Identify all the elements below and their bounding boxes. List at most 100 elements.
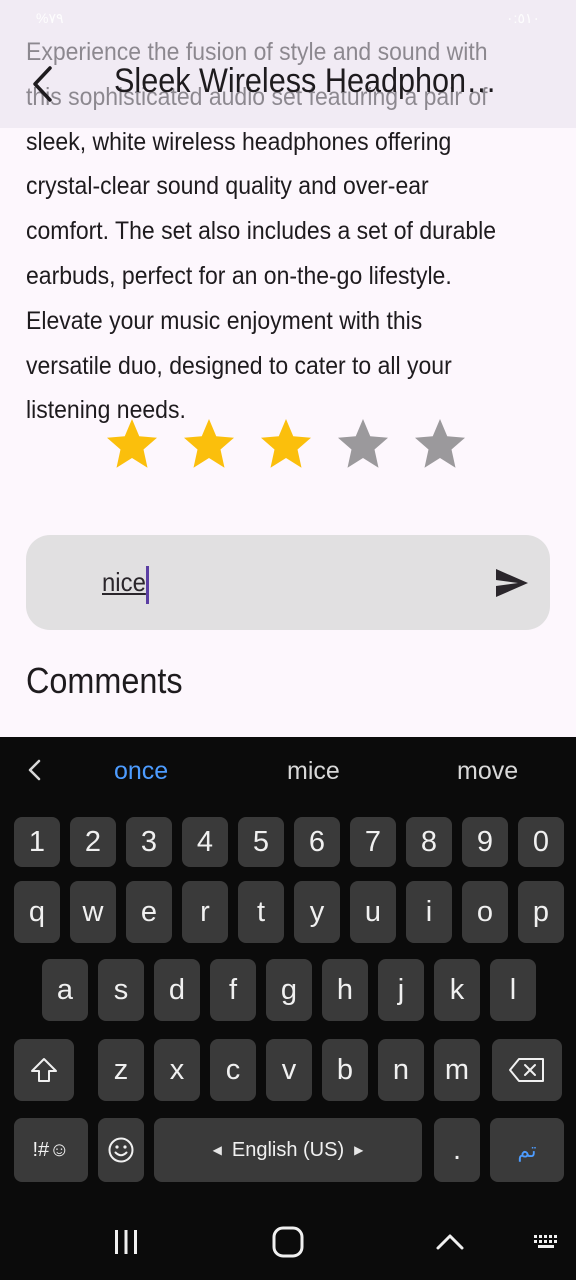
comment-input[interactable]: nice: [102, 567, 146, 598]
key-label: 3: [140, 825, 158, 858]
chevron-up-icon: [436, 1234, 464, 1250]
status-bar: %٧٩ ٠:٥١٠: [0, 0, 576, 38]
key-z[interactable]: z: [98, 1039, 144, 1101]
key-label: r: [200, 895, 210, 928]
recent-apps-button[interactable]: [104, 1220, 148, 1264]
key-u[interactable]: u: [350, 881, 396, 943]
key-m[interactable]: m: [434, 1039, 480, 1101]
key-y[interactable]: y: [294, 881, 340, 943]
star-empty-icon[interactable]: [333, 414, 393, 474]
shift-icon: [31, 1058, 57, 1082]
key-e[interactable]: e: [126, 881, 172, 943]
done-key[interactable]: تم: [490, 1118, 564, 1182]
key-q[interactable]: q: [14, 881, 60, 943]
key-r[interactable]: r: [182, 881, 228, 943]
key-label: 9: [476, 825, 494, 858]
key-3[interactable]: 3: [126, 817, 172, 867]
key-k[interactable]: k: [434, 959, 480, 1021]
star-empty-icon[interactable]: [410, 414, 470, 474]
key-label: تم: [517, 1139, 537, 1162]
symbols-key[interactable]: !#☺: [14, 1118, 88, 1182]
product-detail-screen: Experience the fusion of style and sound…: [0, 0, 576, 737]
key-h[interactable]: h: [322, 959, 368, 1021]
key-label: !#☺: [32, 1138, 70, 1161]
key-label: .: [452, 1133, 462, 1166]
key-label: g: [280, 973, 298, 1006]
key-g[interactable]: g: [266, 959, 312, 1021]
navigation-bar: [0, 1200, 576, 1280]
backspace-key[interactable]: [492, 1039, 562, 1101]
suggestion-move[interactable]: move: [457, 757, 518, 786]
key-label: 6: [308, 825, 326, 858]
key-p[interactable]: p: [518, 881, 564, 943]
key-label: s: [113, 973, 129, 1006]
key-label: v: [281, 1053, 297, 1086]
back-button[interactable]: [22, 62, 66, 106]
key-label: k: [449, 973, 465, 1006]
hide-keyboard-button[interactable]: [428, 1220, 472, 1264]
suggestion-bar: once mice move: [0, 737, 576, 803]
suggestion-once[interactable]: once: [114, 757, 168, 786]
keyboard-switch-button[interactable]: [524, 1220, 568, 1264]
key-n[interactable]: n: [378, 1039, 424, 1101]
key-c[interactable]: c: [210, 1039, 256, 1101]
key-label: x: [169, 1053, 185, 1086]
key-v[interactable]: v: [266, 1039, 312, 1101]
key-2[interactable]: 2: [70, 817, 116, 867]
comment-field[interactable]: nice: [26, 535, 550, 630]
period-key[interactable]: .: [434, 1118, 480, 1182]
key-8[interactable]: 8: [406, 817, 452, 867]
key-4[interactable]: 4: [182, 817, 228, 867]
text-cursor: [146, 566, 149, 604]
key-label: a: [56, 973, 74, 1006]
key-label: l: [509, 973, 517, 1006]
key-7[interactable]: 7: [350, 817, 396, 867]
key-label: u: [364, 895, 382, 928]
key-label: n: [392, 1053, 410, 1086]
star-filled-icon[interactable]: [179, 414, 239, 474]
key-s[interactable]: s: [98, 959, 144, 1021]
key-j[interactable]: j: [378, 959, 424, 1021]
key-label: 7: [364, 825, 382, 858]
space-label: English (US): [231, 1138, 345, 1161]
key-o[interactable]: o: [462, 881, 508, 943]
star-filled-icon[interactable]: [256, 414, 316, 474]
arrow-right-icon: ▶: [354, 1143, 364, 1157]
suggestion-mice[interactable]: mice: [287, 757, 340, 786]
home-icon: [272, 1226, 304, 1258]
keyboard-icon: [534, 1235, 557, 1248]
key-b[interactable]: b: [322, 1039, 368, 1101]
key-label: 2: [84, 825, 102, 858]
suggestion-collapse-button[interactable]: [18, 753, 52, 787]
key-i[interactable]: i: [406, 881, 452, 943]
key-l[interactable]: l: [490, 959, 536, 1021]
key-1[interactable]: 1: [14, 817, 60, 867]
keyboard: once mice move 1 2 3 4 5 6 7 8 9 0 q w e…: [0, 737, 576, 1200]
star-filled-icon[interactable]: [102, 414, 162, 474]
key-f[interactable]: f: [210, 959, 256, 1021]
recents-icon: [115, 1230, 137, 1254]
key-label: y: [309, 895, 325, 928]
key-label: 1: [28, 825, 46, 858]
emoji-icon: [108, 1137, 134, 1163]
key-a[interactable]: a: [42, 959, 88, 1021]
key-6[interactable]: 6: [294, 817, 340, 867]
key-label: b: [336, 1053, 354, 1086]
send-button[interactable]: [492, 563, 532, 603]
key-w[interactable]: w: [70, 881, 116, 943]
key-x[interactable]: x: [154, 1039, 200, 1101]
key-9[interactable]: 9: [462, 817, 508, 867]
page-title: Sleek Wireless Headphone & Earbuds Set: [114, 62, 510, 100]
key-label: f: [228, 973, 238, 1006]
key-0[interactable]: 0: [518, 817, 564, 867]
shift-key[interactable]: [14, 1039, 74, 1101]
send-icon: [496, 569, 528, 597]
key-5[interactable]: 5: [238, 817, 284, 867]
key-t[interactable]: t: [238, 881, 284, 943]
home-button[interactable]: [266, 1220, 310, 1264]
key-d[interactable]: d: [154, 959, 200, 1021]
battery-status: %٧٩: [36, 10, 64, 26]
emoji-key[interactable]: [98, 1118, 144, 1182]
key-label: 0: [532, 825, 550, 858]
space-key[interactable]: ◀ English (US) ▶: [154, 1118, 422, 1182]
